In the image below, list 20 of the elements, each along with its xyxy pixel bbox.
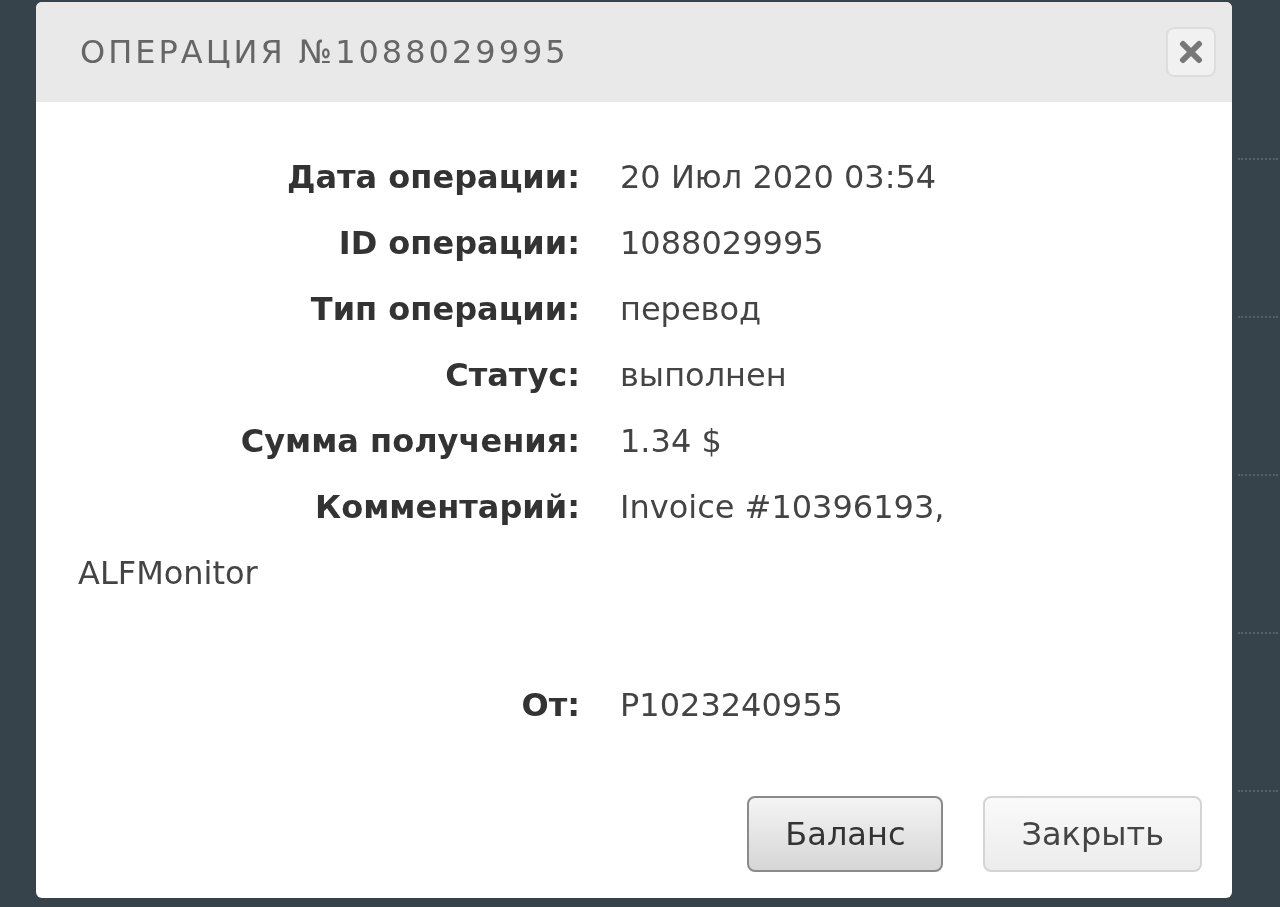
dialog-button[interactable]: Баланс [747, 796, 944, 872]
field-label: От: [520, 685, 580, 726]
field-value: выполнен [620, 356, 787, 394]
field-value: перевод [620, 290, 762, 328]
field-value: Invoice #10396193, [620, 488, 945, 526]
field-label: Комментарий: [314, 487, 580, 528]
field-label: Сумма получения: [239, 421, 580, 462]
field-value: 1.34 $ [620, 422, 722, 460]
field-label: Тип операции: [309, 289, 580, 330]
close-icon [1179, 40, 1203, 64]
close-button[interactable] [1166, 27, 1216, 77]
dialog-title: ОПЕРАЦИЯ №1088029995 [80, 32, 569, 73]
field-value: 20 Июл 2020 03:54 [620, 158, 937, 196]
field-value: ALFMonitor [78, 554, 258, 592]
field-label: ID операции: [337, 223, 580, 264]
field-label: Дата операции: [285, 157, 580, 198]
field-value: P1023240955 [620, 686, 843, 724]
field-label: Статус: [444, 355, 580, 396]
field-value: 1088029995 [620, 224, 824, 262]
dialog-button[interactable]: Закрыть [983, 796, 1202, 872]
